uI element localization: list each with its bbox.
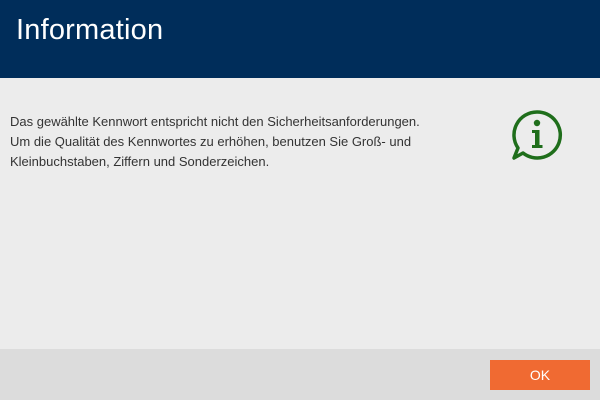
message-line-3: Kleinbuchstaben, Ziffern und Sonderzeich… xyxy=(10,154,270,169)
dialog-title: Information xyxy=(16,14,164,46)
message-line-2: Um die Qualität des Kennwortes zu erhöhe… xyxy=(10,134,412,149)
ok-button[interactable]: OK xyxy=(490,360,590,390)
dialog-footer: OK xyxy=(0,349,600,400)
message-line-1: Das gewählte Kennwort entspricht nicht d… xyxy=(10,114,420,129)
dialog-message: Das gewählte Kennwort entspricht nicht d… xyxy=(10,112,480,172)
dialog-header: Information xyxy=(0,0,600,78)
info-speech-bubble-icon xyxy=(512,110,562,160)
information-dialog: Information Das gewählte Kennwort entspr… xyxy=(0,0,600,400)
